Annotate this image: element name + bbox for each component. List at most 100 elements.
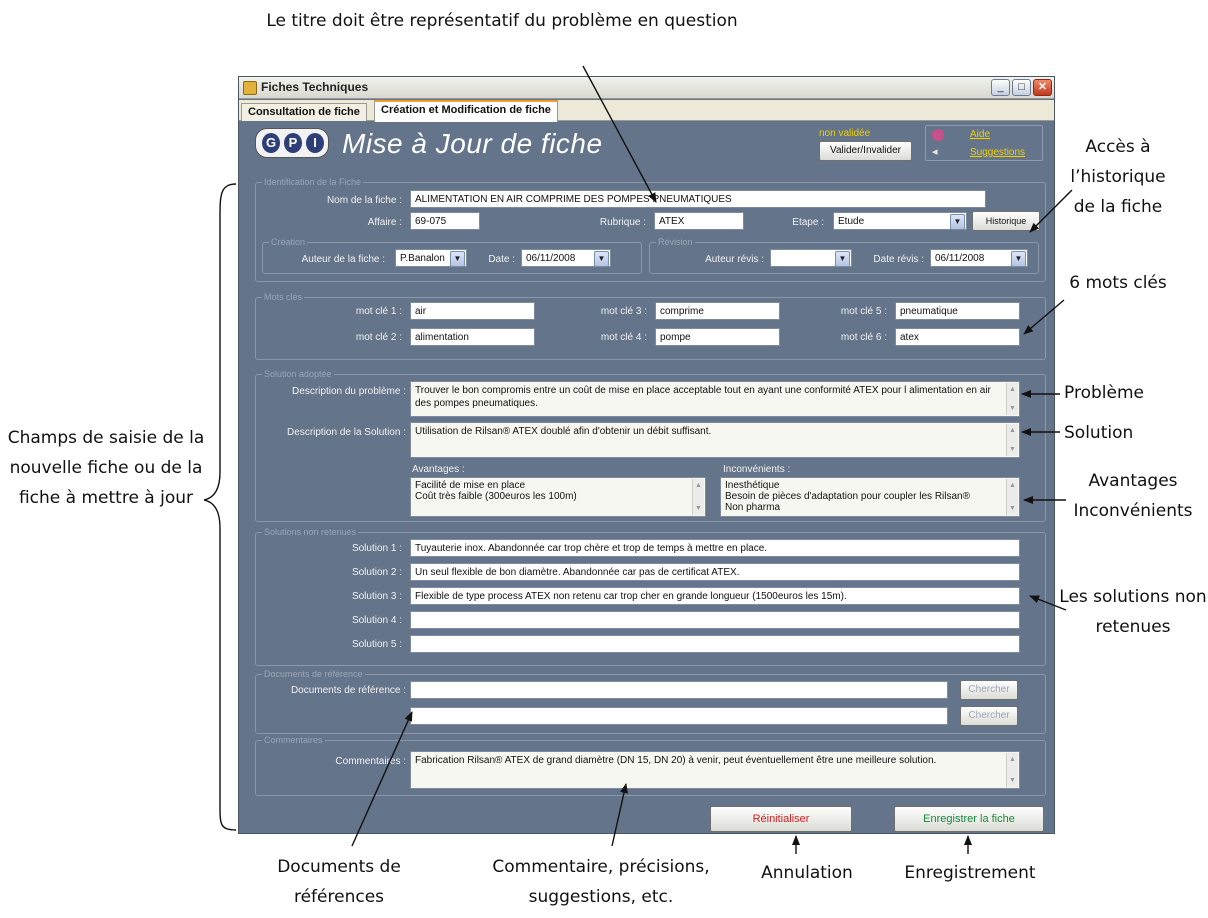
annotation-keywords: 6 mots clés [1069, 273, 1167, 293]
help-links-box: Aide ◂ Suggestions [925, 125, 1043, 161]
title-bar: Fiches Techniques _ □ ✕ [239, 77, 1054, 99]
creation-group-label: Création [269, 236, 308, 248]
revision-date-picker[interactable]: 06/11/2008 ▼ [930, 249, 1028, 267]
maximize-button[interactable]: □ [1012, 79, 1031, 96]
chevron-down-icon: ▼ [835, 251, 850, 266]
advantages-textarea[interactable]: Facilité de mise en place Coût très faib… [410, 477, 706, 517]
fiches-techniques-window: Fiches Techniques _ □ ✕ Consultation de … [238, 76, 1055, 834]
annotation-rejected: Les solutions non retenues [1059, 587, 1207, 637]
solution-scrollbar[interactable]: ▲ ▼ [1006, 424, 1018, 456]
browse-button-2[interactable]: Chercher [960, 706, 1018, 726]
keyword-3-label: mot clé 3 : [600, 306, 647, 317]
comments-group-label: Commentaires [262, 734, 325, 746]
validate-button[interactable]: Valider/Invalider [819, 141, 912, 161]
keyword-5-field[interactable]: pneumatique [895, 302, 1020, 320]
keyword-1-label: mot clé 1 : [355, 306, 402, 317]
revision-date-value: 06/11/2008 [935, 253, 985, 264]
scroll-down-icon: ▼ [1009, 405, 1016, 412]
etape-value: Etude [838, 216, 865, 227]
comments-text: Fabrication Rilsan® ATEX de grand diamèt… [415, 755, 937, 766]
save-button[interactable]: Enregistrer la fiche [894, 806, 1044, 832]
rubrique-field[interactable]: ATEX [654, 212, 744, 230]
help-icon [932, 129, 944, 141]
annotation-solution: Solution [1064, 423, 1134, 443]
tab-creation-modification[interactable]: Création et Modification de fiche [374, 100, 558, 122]
keyword-6-field[interactable]: atex [895, 328, 1020, 346]
rejected-2-field[interactable]: Un seul flexible de bon diamètre. Abando… [410, 563, 1020, 581]
keyword-6-label: mot clé 6 : [840, 332, 887, 343]
keyword-5-label: mot clé 5 : [840, 306, 887, 317]
revision-author-select[interactable]: ▼ [770, 249, 852, 267]
annotation-title: Le titre doit être représentatif du prob… [266, 11, 738, 31]
annotation-comments: Commentaire, précisions, suggestions, et… [492, 857, 710, 907]
scroll-up-icon: ▲ [1009, 756, 1016, 763]
keywords-group-label: Mots clés [262, 291, 305, 303]
annotation-documents: Documents de références [277, 857, 401, 907]
solution-group-label: Solution adoptée [262, 368, 334, 380]
solution-group: Solution adoptée Description du problème… [255, 368, 1046, 522]
advantage-line-1: Facilité de mise en place [415, 480, 526, 491]
suggestions-link[interactable]: Suggestions [970, 147, 1025, 158]
affaire-label: Affaire : [367, 217, 402, 228]
window-title: Fiches Techniques [261, 80, 369, 94]
minimize-button[interactable]: _ [991, 79, 1010, 96]
rejected-5-field[interactable] [410, 635, 1020, 653]
revision-group-label: Révision [656, 236, 695, 248]
affaire-field[interactable]: 69-075 [410, 212, 480, 230]
documents-label: Documents de référence : [290, 685, 406, 696]
keyword-2-field[interactable]: alimentation [410, 328, 535, 346]
advantages-label: Avantages : [412, 464, 465, 475]
keyword-1-field[interactable]: air [410, 302, 535, 320]
logo-letter-g: G [262, 133, 280, 153]
close-button[interactable]: ✕ [1033, 79, 1052, 96]
app-icon [243, 81, 257, 95]
annotation-problem: Problème [1064, 383, 1144, 403]
rejected-2-label: Solution 2 : [351, 567, 402, 578]
form-content: G P I Mise à Jour de fiche non validée V… [241, 122, 1052, 833]
keyword-2-label: mot clé 2 : [355, 332, 402, 343]
comments-scrollbar[interactable]: ▲ ▼ [1006, 753, 1018, 787]
comments-group: Commentaires Commentaires : Fabrication … [255, 734, 1046, 796]
left-brace [203, 183, 237, 831]
creation-date-value: 06/11/2008 [526, 253, 576, 264]
scroll-up-icon: ▲ [1009, 386, 1016, 393]
solution-textarea[interactable]: Utilisation de Rilsan® ATEX doublé afin … [410, 422, 1020, 458]
keyword-3-field[interactable]: comprime [655, 302, 780, 320]
creation-group: Création Auteur de la fiche : P.Banalon … [262, 236, 642, 274]
solution-label: Description de la Solution : [287, 427, 406, 438]
tab-consultation[interactable]: Consultation de fiche [241, 103, 367, 121]
rejected-1-label: Solution 1 : [351, 543, 402, 554]
history-button[interactable]: Historique [972, 211, 1040, 231]
help-link[interactable]: Aide [970, 129, 990, 140]
rejected-4-field[interactable] [410, 611, 1020, 629]
advantages-scrollbar[interactable]: ▲ ▼ [692, 479, 704, 515]
etape-select[interactable]: Etude ▼ [833, 212, 967, 230]
identification-group-label: Identification de la Fiche [262, 176, 364, 188]
scroll-down-icon: ▼ [695, 505, 702, 512]
annotation-cancel: Annulation [761, 863, 853, 883]
rejected-3-label: Solution 3 : [351, 591, 402, 602]
name-label: Nom de la fiche : [326, 195, 402, 206]
rejected-3-field[interactable]: Flexible de type process ATEX non retenu… [410, 587, 1020, 605]
creation-date-picker[interactable]: 06/11/2008 ▼ [521, 249, 611, 267]
name-field[interactable]: ALIMENTATION EN AIR COMPRIME DES POMPES … [410, 190, 986, 208]
drawbacks-textarea[interactable]: Inesthétique Besoin de pièces d'adaptati… [720, 477, 1020, 517]
problem-textarea[interactable]: Trouver le bon compromis entre un coût d… [410, 381, 1020, 417]
document-2-field[interactable] [410, 707, 948, 725]
rejected-1-field[interactable]: Tuyauterie inox. Abandonnée car trop chè… [410, 539, 1020, 557]
annotation-left-fields: Champs de saisie de la nouvelle fiche ou… [7, 428, 205, 508]
problem-scrollbar[interactable]: ▲ ▼ [1006, 383, 1018, 415]
creation-author-label: Auteur de la fiche : [301, 254, 385, 265]
reset-button[interactable]: Réinitialiser [710, 806, 852, 832]
comments-textarea[interactable]: Fabrication Rilsan® ATEX de grand diamèt… [410, 751, 1020, 789]
keyword-4-field[interactable]: pompe [655, 328, 780, 346]
page-title: Mise à Jour de fiche [342, 128, 603, 159]
annotation-advantages: Avantages Inconvénients [1073, 471, 1193, 521]
document-1-field[interactable] [410, 681, 948, 699]
scroll-down-icon: ▼ [1009, 777, 1016, 784]
chevron-down-icon: ▼ [950, 214, 965, 229]
drawbacks-scrollbar[interactable]: ▲ ▼ [1006, 479, 1018, 515]
drawbacks-label: Inconvénients : [723, 464, 791, 475]
creation-author-select[interactable]: P.Banalon ▼ [395, 249, 467, 267]
browse-button-1[interactable]: Chercher [960, 680, 1018, 700]
